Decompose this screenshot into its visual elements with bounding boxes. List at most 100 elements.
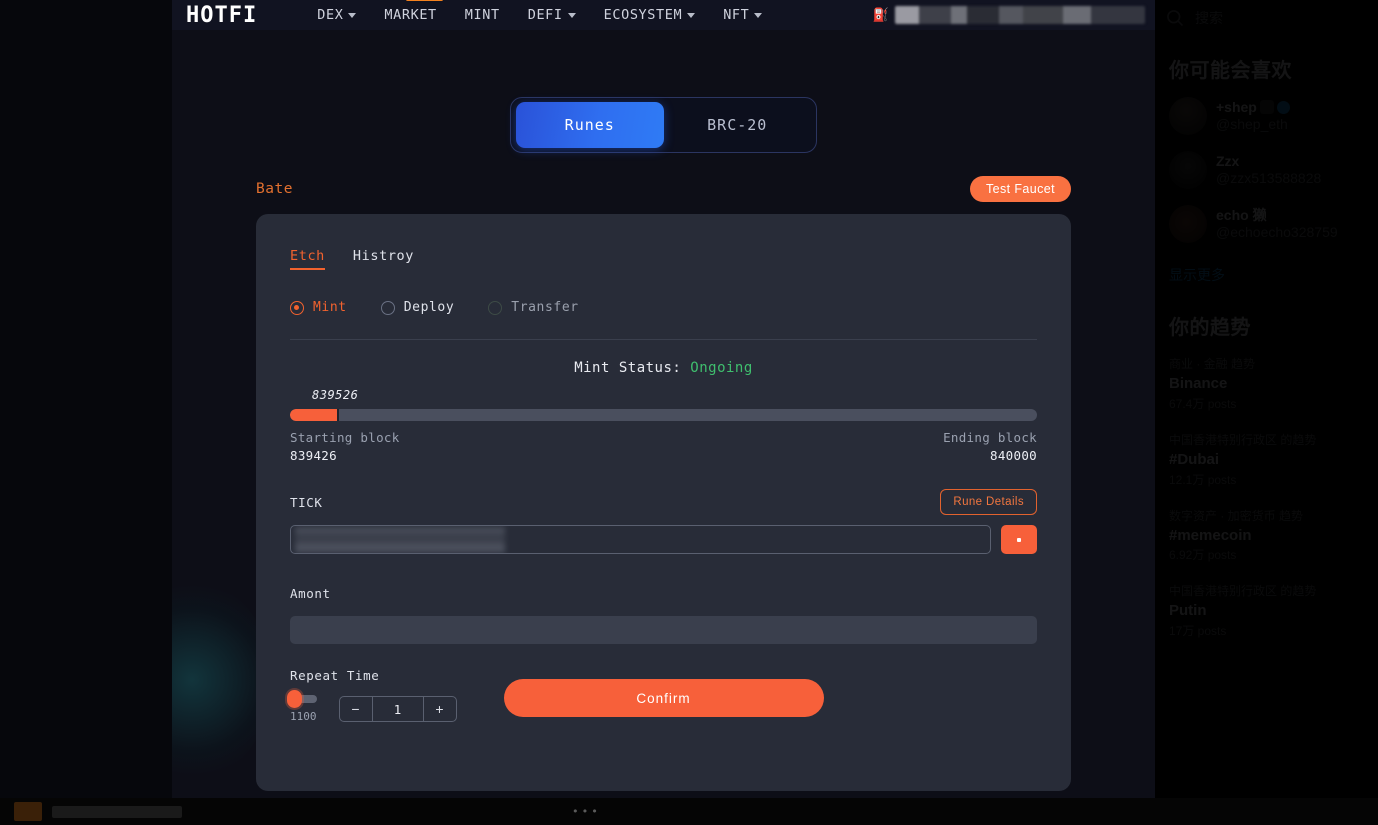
amount-input[interactable] [290, 616, 1037, 644]
site-logo[interactable]: HOTFI [186, 3, 257, 28]
avatar [1169, 97, 1207, 135]
tab-runes[interactable]: Runes [516, 102, 664, 148]
tick-action-button[interactable] [1001, 525, 1037, 554]
confirm-button[interactable]: Confirm [504, 679, 824, 717]
block-progress-fill [290, 409, 337, 421]
tick-input-row [290, 525, 1037, 554]
radio-dot-icon [381, 301, 395, 315]
chevron-down-icon [568, 13, 576, 18]
nav-item-ecosystem[interactable]: ECOSYSTEM [604, 7, 696, 23]
nav-label: MARKET [384, 7, 436, 23]
trend-category: 商业 · 金融 趋势 [1169, 355, 1364, 373]
nav-label: MINT [465, 7, 500, 23]
radio-mint[interactable]: Mint [290, 300, 347, 315]
chevron-down-icon [754, 13, 762, 18]
dot-square-icon [1017, 538, 1021, 542]
test-faucet-button[interactable]: Test Faucet [970, 176, 1071, 202]
bottom-bar: ••• [0, 798, 1378, 825]
trend-count: 12.1万 posts [1169, 471, 1364, 489]
navbar-right: ⛽ [873, 6, 1155, 24]
gas-pump-icon: ⛽ [873, 8, 889, 23]
tab-histroy[interactable]: Histroy [353, 248, 414, 270]
tick-field-header: TICK Rune Details [290, 489, 1037, 515]
trend-name: #memecoin [1169, 525, 1364, 547]
card-tabs: Etch Histroy [290, 248, 1037, 270]
radio-transfer[interactable]: Transfer [488, 300, 578, 315]
nav-label: NFT [723, 7, 749, 23]
mint-card: Etch Histroy Mint Deploy Transfer [256, 214, 1071, 791]
current-block-value: 839526 [312, 388, 1037, 402]
tick-label: TICK [290, 495, 323, 510]
follow-suggestion-handle: @zzx513588828 [1216, 170, 1321, 188]
twitter-search-placeholder: 搜索 [1195, 8, 1223, 28]
ending-block-label: Ending block [943, 430, 1037, 445]
trend-category: 中国香港特别行政区 的趋势 [1169, 431, 1364, 449]
name-text: +shep [1216, 99, 1257, 115]
radio-label: Transfer [511, 300, 578, 315]
trends-title: 你的趋势 [1155, 291, 1378, 346]
radio-label: Mint [313, 300, 347, 315]
rune-details-button[interactable]: Rune Details [940, 489, 1037, 515]
trend-count: 17万 posts [1169, 622, 1364, 640]
nav-label: DEX [317, 7, 343, 23]
nav-links: DEX MARKET MINT DEFI ECOSYSTEM [317, 7, 762, 23]
chevron-down-icon [687, 13, 695, 18]
nav-label: ECOSYSTEM [604, 7, 683, 23]
trend-name: Putin [1169, 600, 1364, 622]
nav-item-nft[interactable]: NFT [723, 7, 762, 23]
trend-item[interactable]: 中国香港特别行政区 的趋势 #Dubai 12.1万 posts [1155, 422, 1378, 498]
block-progress-zone: 839526 Starting block Ending block 83942… [290, 388, 1037, 463]
bottom-bar-thumbnail[interactable] [14, 802, 42, 821]
tick-value-redacted [295, 527, 505, 554]
twitter-sidebar-panel: 搜索 你可能会喜欢 +shep @shep_eth Zzx @zzx513588… [1155, 0, 1378, 825]
trend-category: 数字资产 · 加密货币 趋势 [1169, 507, 1364, 525]
nav-label: DEFI [528, 7, 563, 23]
nav-item-mint[interactable]: MINT [465, 7, 500, 23]
screen-root: 搜索 你可能会喜欢 +shep @shep_eth Zzx @zzx513588… [0, 0, 1378, 825]
trend-item[interactable]: 商业 · 金融 趋势 Binance 67.4万 posts [1155, 346, 1378, 422]
mode-radio-group: Mint Deploy Transfer [290, 300, 1037, 315]
mint-status-value: Ongoing [690, 360, 753, 376]
bottom-bar-dots: ••• [572, 805, 601, 818]
trend-item[interactable]: 数字资产 · 加密货币 趋势 #memecoin 6.92万 posts [1155, 498, 1378, 574]
divider [290, 339, 1037, 340]
badge-icon [1260, 100, 1274, 114]
starting-block-label: Starting block [290, 430, 400, 445]
follow-suggestion-name: Zzx [1216, 153, 1321, 171]
tab-brc20[interactable]: BRC-20 [664, 102, 812, 148]
radio-dot-icon [488, 301, 502, 315]
trend-count: 67.4万 posts [1169, 395, 1364, 413]
twitter-sidebar-content: 搜索 你可能会喜欢 +shep @shep_eth Zzx @zzx513588… [1155, 0, 1378, 649]
chevron-down-icon [348, 13, 356, 18]
radio-deploy[interactable]: Deploy [381, 300, 455, 315]
verified-icon [1277, 101, 1290, 114]
mint-status: Mint Status: Ongoing [290, 360, 1037, 376]
tick-input[interactable] [290, 525, 991, 554]
nav-item-market[interactable]: MARKET [384, 7, 436, 23]
block-labels-row: Starting block Ending block [290, 430, 1037, 445]
who-to-follow-title: 你可能会喜欢 [1155, 34, 1378, 89]
bottom-bar-text-redacted [52, 806, 182, 818]
follow-suggestion-handle: @shep_eth [1216, 116, 1290, 134]
show-more-link[interactable]: 显示更多 [1155, 251, 1378, 291]
amount-field-header: Amont [290, 580, 1037, 606]
nav-item-dex[interactable]: DEX [317, 7, 356, 23]
starting-block-value: 839426 [290, 448, 337, 463]
trend-item[interactable]: 中国香港特别行政区 的趋势 Putin 17万 posts [1155, 573, 1378, 649]
follow-suggestion-item[interactable]: +shep @shep_eth [1155, 89, 1378, 143]
twitter-search-row[interactable]: 搜索 [1155, 0, 1378, 34]
follow-suggestion-item[interactable]: echo 獭 @echoecho328759 [1155, 197, 1378, 251]
nav-item-defi[interactable]: DEFI [528, 7, 576, 23]
radio-label: Deploy [404, 300, 455, 315]
follow-suggestion-item[interactable]: Zzx @zzx513588828 [1155, 143, 1378, 197]
wallet-address-redacted[interactable] [895, 6, 1145, 24]
block-progress-marker [337, 409, 339, 421]
protocol-toggle-group: Runes BRC-20 [510, 97, 817, 153]
amount-label: Amont [290, 586, 331, 601]
mint-card-inner: Etch Histroy Mint Deploy Transfer [256, 214, 1071, 791]
top-navbar: HOTFI DEX MARKET MINT DEFI ECOSYSTEM [172, 0, 1155, 30]
ending-block-value: 840000 [990, 448, 1037, 463]
tab-etch[interactable]: Etch [290, 248, 325, 270]
network-row: Bate Test Faucet [256, 176, 1071, 202]
confirm-row: Confirm [290, 679, 1037, 717]
